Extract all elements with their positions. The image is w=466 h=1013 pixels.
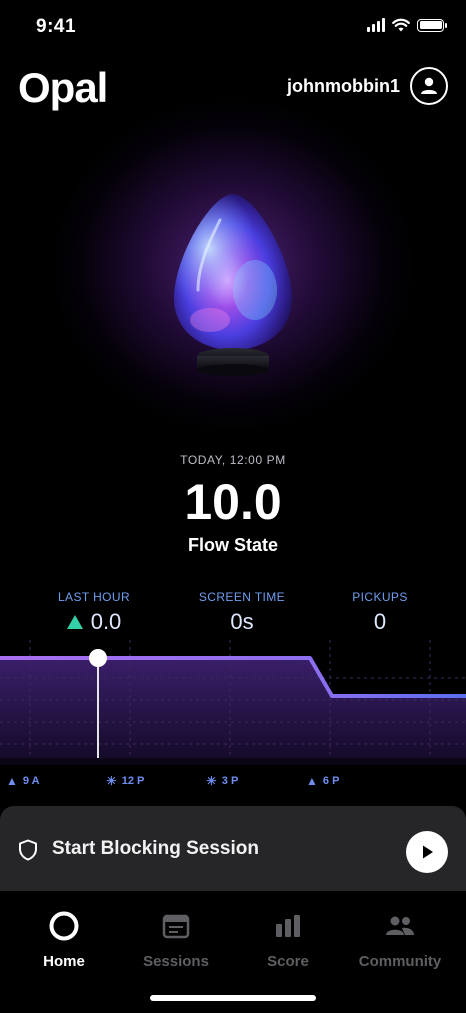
user-profile[interactable]: johnmobbin1 [287, 67, 448, 105]
stat-value-row: 0.0 [44, 609, 144, 635]
status-icons [367, 18, 447, 32]
wifi-icon [392, 18, 410, 32]
stat-label: PICKUPS [352, 590, 408, 604]
status-time: 9:41 [36, 16, 77, 37]
sunrise-icon: ▲ [6, 774, 18, 788]
user-avatar-icon[interactable] [410, 67, 448, 105]
time-label-6p: ▲ 6 P [306, 774, 339, 788]
tab-home[interactable]: Home [6, 909, 122, 970]
flow-score-value: 10.0 [184, 474, 282, 530]
stat-pickups: PICKUPS 0 [340, 590, 420, 635]
flow-chart[interactable] [0, 640, 466, 765]
chart-area [0, 658, 466, 758]
tab-label: Community [358, 953, 442, 970]
stat-value: 0s [230, 609, 254, 634]
username[interactable]: johnmobbin1 [287, 76, 400, 97]
time-label-3p: ☀ 3 P [206, 774, 238, 788]
sun-icon: ☀ [106, 774, 117, 788]
score-date-label: TODAY, 12:00 PM [180, 453, 286, 467]
stat-value: 0.0 [90, 609, 122, 634]
app-logo: Opal [18, 64, 108, 111]
stat-last-hour: LAST HOUR 0.0 [44, 590, 144, 635]
time-label-text: 3 P [221, 775, 239, 787]
stat-value: 0 [373, 609, 387, 634]
sun-icon: ☀ [206, 774, 217, 788]
start-blocking-session-label[interactable]: Start Blocking Session [52, 838, 259, 860]
shield-icon [19, 839, 37, 861]
stat-screen-time: SCREEN TIME 0s [183, 590, 301, 635]
cellular-signal-icon [367, 18, 385, 32]
status-bar: 9:41 [0, 0, 466, 52]
chart-baseline [0, 758, 466, 765]
time-label-text: 9 A [22, 775, 40, 787]
play-icon [423, 845, 433, 859]
time-label-9a: ▲ 9 A [6, 774, 40, 788]
bar-chart-icon [230, 909, 346, 943]
time-label-text: 12 P [121, 775, 145, 787]
stat-label: LAST HOUR [57, 590, 131, 604]
flow-state-label: Flow State [187, 535, 278, 555]
calendar-icon [118, 909, 234, 943]
tab-label: Sessions [143, 953, 209, 970]
sunset-icon: ▲ [306, 774, 318, 788]
battery-icon [417, 18, 447, 32]
up-triangle-icon [66, 615, 83, 629]
time-label-text: 6 P [322, 775, 340, 787]
play-button[interactable] [406, 831, 448, 873]
time-label-12p: ☀ 12 P [106, 774, 144, 788]
opal-gem-image [150, 180, 316, 380]
tab-score[interactable]: Score [230, 909, 346, 970]
home-circle-icon [6, 909, 122, 943]
home-indicator [150, 995, 316, 1001]
tab-community[interactable]: Community [342, 909, 458, 970]
start-blocking-session-bar[interactable]: Start Blocking Session [0, 806, 466, 891]
stat-label: SCREEN TIME [198, 590, 286, 604]
tab-sessions[interactable]: Sessions [118, 909, 234, 970]
tab-label: Home [43, 953, 85, 970]
chart-cursor-handle [89, 649, 107, 667]
tab-label: Score [267, 953, 309, 970]
people-icon [342, 909, 458, 943]
